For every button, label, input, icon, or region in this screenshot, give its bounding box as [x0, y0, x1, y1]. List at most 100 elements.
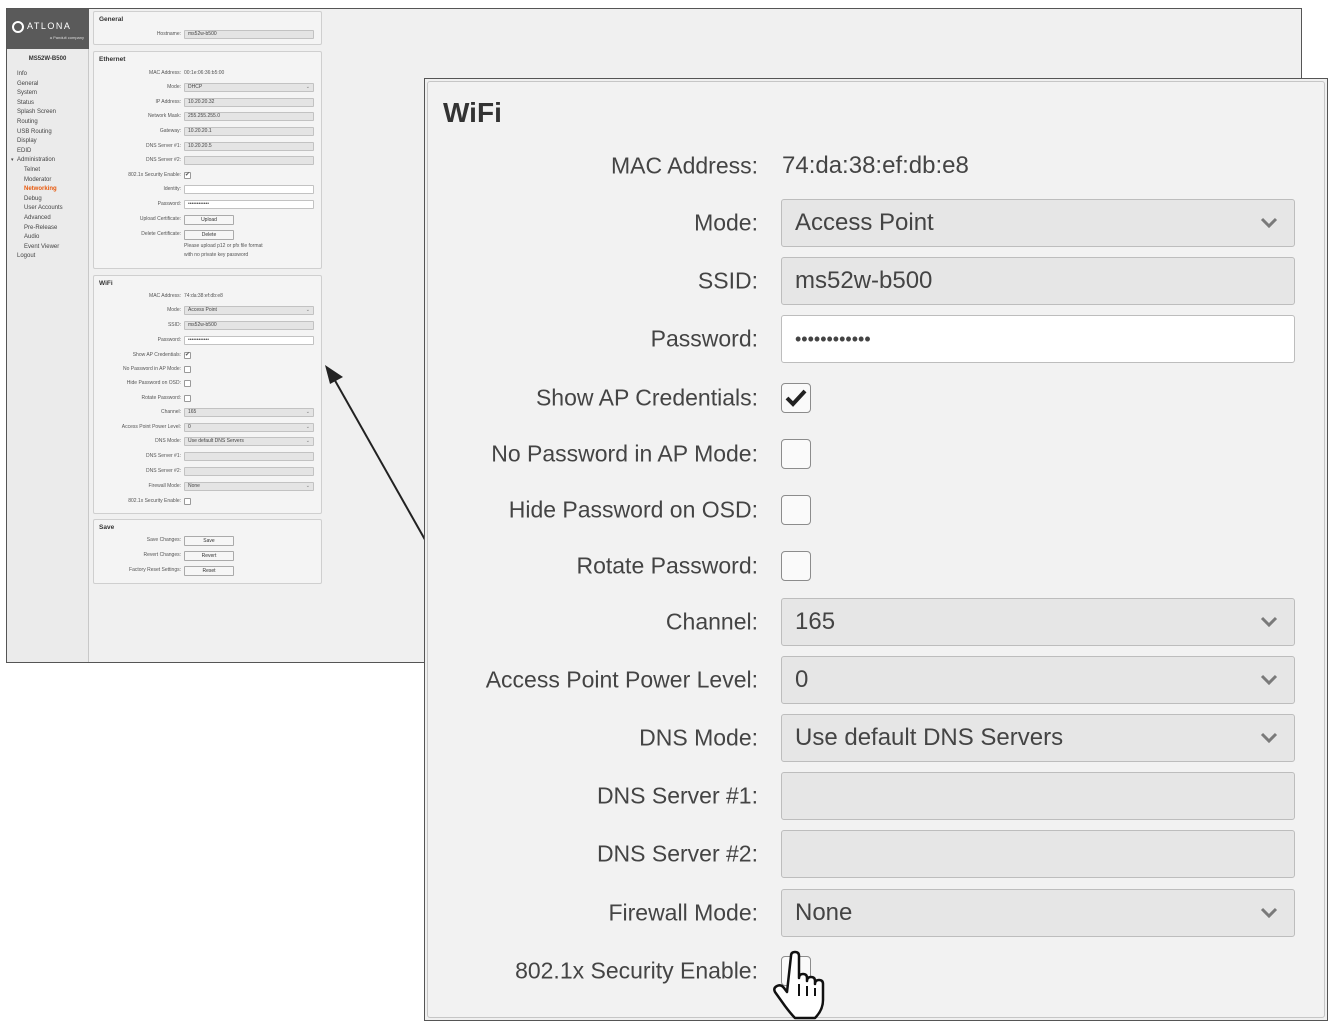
sidebar-item-edid[interactable]: EDID [17, 147, 88, 157]
dns-server-2-input[interactable] [781, 830, 1295, 878]
dns-mode-label: DNS Mode: [639, 724, 758, 751]
device-name: MS52W-B500 [28, 56, 67, 62]
chevron-down-icon: ⌄ [305, 307, 310, 313]
save-panel: Save Save Changes: Save Revert Changes: Re… [93, 519, 322, 584]
firewall-mode-value: None [795, 899, 853, 926]
dns-mode-value-small: Use default DNS Servers [188, 438, 244, 444]
reset-button[interactable]: Reset [184, 566, 234, 576]
sidebar-item-moderator[interactable]: Moderator [17, 176, 88, 186]
sidebar-item-splash-screen[interactable]: Splash Screen [17, 108, 88, 118]
ap-power-level-select[interactable]: 0 [781, 656, 1295, 704]
power-select-small[interactable]: 0 ⌄ [184, 423, 314, 432]
wifi-security-checkbox-small[interactable] [184, 498, 191, 505]
wifi-password-label-small: Password: [157, 337, 181, 343]
eth-mac-label: MAC Address: [149, 70, 181, 76]
delete-cert-label: Delete Certificate: [141, 231, 181, 237]
sidebar-item-telnet[interactable]: Telnet [17, 166, 88, 176]
dns-mode-select[interactable]: Use default DNS Servers [781, 714, 1295, 762]
channel-label-small: Channel: [160, 409, 181, 415]
rotate-password-checkbox[interactable] [781, 551, 811, 581]
save-button[interactable]: Save [184, 536, 234, 546]
chevron-down-icon: ⌄ [305, 483, 310, 489]
wifi-mode-value-small: Access Point [188, 307, 217, 313]
rotate-checkbox-small[interactable] [184, 395, 191, 402]
rotate-password-label: Rotate Password: [576, 552, 758, 579]
hostname-input[interactable]: ms52w-b500 [184, 30, 314, 39]
wifi-ssid-input[interactable]: ms52w-b500 [781, 257, 1295, 305]
no-pw-checkbox-small[interactable] [184, 366, 191, 373]
sidebar-item-routing[interactable]: Routing [17, 118, 88, 128]
eth-password-label: Password: [157, 201, 181, 207]
sidebar-item-audio[interactable]: Audio [17, 233, 88, 243]
channel-select[interactable]: 165 [781, 598, 1295, 646]
wifi-password-input[interactable]: •••••••••••• [781, 315, 1295, 363]
eth-mask-input[interactable]: 255.255.255.0 [184, 112, 314, 121]
wifi-dns2-input-small[interactable] [184, 467, 314, 476]
hide-pw-checkbox-small[interactable] [184, 380, 191, 387]
sidebar-item-event-viewer[interactable]: Event Viewer [17, 243, 88, 253]
ethernet-panel: Ethernet MAC Address: 00:1e:06:36:b5:00 M… [93, 51, 322, 269]
wifi-mode-select-small[interactable]: Access Point ⌄ [184, 306, 314, 315]
chevron-down-icon: ⌄ [305, 84, 310, 90]
eth-mode-select[interactable]: DHCP ⌄ [184, 83, 314, 92]
wifi-mode-label: Mode: [694, 209, 758, 236]
sidebar-item-status[interactable]: Status [17, 99, 88, 109]
firewall-label-small: Firewall Mode: [148, 483, 181, 489]
firewall-select-small[interactable]: None ⌄ [184, 482, 314, 491]
eth-identity-label: Identity: [163, 186, 181, 192]
eth-dns1-input[interactable]: 10.20.20.5 [184, 142, 314, 151]
security-enable-label: 802.1x Security Enable: [515, 957, 758, 984]
screenshot-stage: ATLONA a Panduit company MS52W-B500 Info… [0, 0, 1330, 1023]
upload-button[interactable]: Upload [184, 215, 234, 225]
show-ap-checkbox-small[interactable]: ✔ [184, 352, 191, 359]
hostname-label: Hostname: [156, 31, 181, 37]
logo-subtitle: a Panduit company [49, 35, 84, 40]
atlona-logo-icon [12, 21, 24, 33]
show-ap-credentials-checkbox[interactable] [781, 383, 811, 413]
sidebar-item-usb-routing[interactable]: USB Routing [17, 128, 88, 138]
eth-security-checkbox[interactable]: ✔ [184, 172, 191, 179]
sidebar-item-logout[interactable]: Logout [17, 252, 88, 262]
eth-gateway-input[interactable]: 10.20.20.1 [184, 127, 314, 136]
eth-ip-input[interactable]: 10.20.20.32 [184, 98, 314, 107]
wifi-dns1-input-small[interactable] [184, 452, 314, 461]
wifi-panel-body: WiFi MAC Address: 74:da:38:ef:db:e8 Mode… [427, 81, 1325, 1018]
sidebar-nav: Info General System Status Splash Screen Rout… [7, 70, 88, 262]
wifi-ssid-input-small[interactable]: ms52w-b500 [184, 321, 314, 330]
dns-server-1-input[interactable] [781, 772, 1295, 820]
chevron-down-icon [1260, 616, 1278, 628]
sidebar-item-debug[interactable]: Debug [17, 195, 88, 205]
sidebar-item-advanced[interactable]: Advanced [17, 214, 88, 224]
revert-changes-label: Revert Changes: [143, 552, 181, 558]
sidebar-item-user-accounts[interactable]: User Accounts [17, 204, 88, 214]
wifi-password-input-small[interactable]: •••••••••••• [184, 336, 314, 345]
firewall-mode-select[interactable]: None [781, 889, 1295, 937]
wifi-ssid-label-small: SSID: [167, 322, 181, 328]
checkmark-icon: ✔ [185, 352, 191, 358]
logo-text: ATLONA [27, 21, 72, 31]
revert-button[interactable]: Revert [184, 551, 234, 561]
sidebar-item-general[interactable]: General [17, 80, 88, 90]
channel-label: Channel: [665, 608, 758, 635]
eth-dns2-input[interactable] [184, 156, 314, 165]
sidebar-item-system[interactable]: System [17, 89, 88, 99]
sidebar-item-info[interactable]: Info [17, 70, 88, 80]
no-password-ap-mode-checkbox[interactable] [781, 439, 811, 469]
no-password-ap-mode-label: No Password in AP Mode: [491, 440, 758, 467]
channel-value-small: 165 [188, 409, 197, 415]
sidebar-item-administration[interactable]: Administration [17, 156, 88, 166]
save-changes-label: Save Changes: [146, 537, 181, 543]
sidebar-item-networking[interactable]: Networking [17, 185, 88, 195]
channel-select-small[interactable]: 165 ⌄ [184, 408, 314, 417]
dns-mode-select-small[interactable]: Use default DNS Servers ⌄ [184, 437, 314, 446]
wifi-security-label-small: 802.1x Security Enable: [128, 498, 181, 504]
hide-password-osd-checkbox[interactable] [781, 495, 811, 525]
chevron-down-icon [1260, 217, 1278, 229]
eth-password-input[interactable]: •••••••••••• [184, 200, 314, 209]
sidebar-item-display[interactable]: Display [17, 137, 88, 147]
wifi-mode-select[interactable]: Access Point [781, 199, 1295, 247]
ethernet-panel-title: Ethernet [99, 56, 126, 63]
delete-button[interactable]: Delete [184, 230, 234, 240]
eth-identity-input[interactable] [184, 185, 314, 194]
sidebar-item-pre-release[interactable]: Pre-Release [17, 224, 88, 234]
